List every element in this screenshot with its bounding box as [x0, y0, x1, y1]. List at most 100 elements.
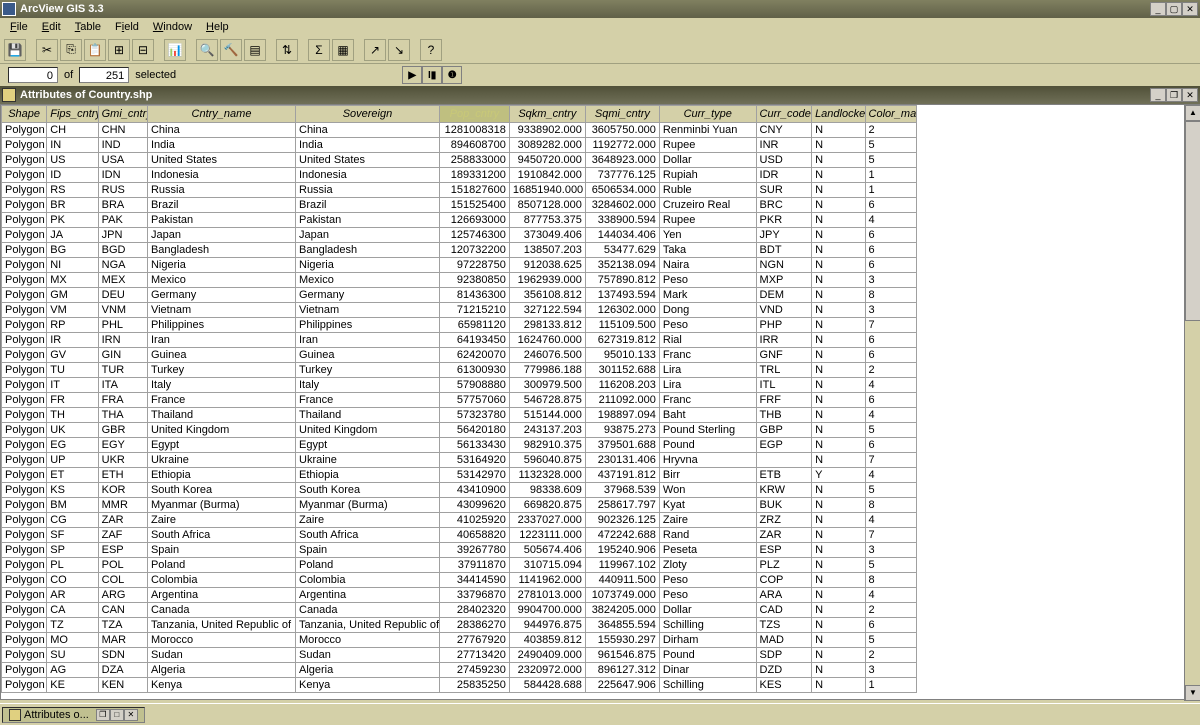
column-header-sov[interactable]: Sovereign — [296, 106, 440, 123]
table-row[interactable]: PolygonGMDEUGermanyGermany81436300356108… — [2, 288, 917, 303]
cell-shape: Polygon — [2, 438, 47, 453]
table-row[interactable]: PolygonCACANCanadaCanada284023209904700.… — [2, 603, 917, 618]
column-header-name[interactable]: Cntry_name — [147, 106, 295, 123]
table-row[interactable]: PolygonUSUSAUnited StatesUnited States25… — [2, 153, 917, 168]
table-row[interactable]: PolygonIDIDNIndonesiaIndonesia1893312001… — [2, 168, 917, 183]
table-row[interactable]: PolygonCHCHNChinaChina12810083189338902.… — [2, 123, 917, 138]
table-row[interactable]: PolygonRSRUSRussiaRussia1518276001685194… — [2, 183, 917, 198]
child-restore-button[interactable]: ❐ — [1166, 88, 1182, 102]
close-button[interactable]: ✕ — [1182, 2, 1198, 16]
calc-button[interactable]: ▦ — [332, 39, 354, 61]
chart-button[interactable]: 📊 — [164, 39, 186, 61]
child-close-button[interactable]: ✕ — [1182, 88, 1198, 102]
table-row[interactable]: PolygonCGZARZaireZaire410259202337027.00… — [2, 513, 917, 528]
cell-sqkm: 1132328.000 — [509, 468, 585, 483]
table-row[interactable]: PolygonRPPHLPhilippinesPhilippines659811… — [2, 318, 917, 333]
cell-sov: Thailand — [296, 408, 440, 423]
paste-button[interactable]: 📋 — [84, 39, 106, 61]
help-button[interactable]: ? — [420, 39, 442, 61]
selection-bar: 0 of 251 selected ▶ I▮ ❶ — [0, 64, 1200, 86]
table-row[interactable]: PolygonSPESPSpainSpain39267780505674.406… — [2, 543, 917, 558]
save-button[interactable]: 💾 — [4, 39, 26, 61]
task-close-button[interactable]: ✕ — [124, 709, 138, 721]
table-row[interactable]: PolygonITITAItalyItaly57908880300979.500… — [2, 378, 917, 393]
table-row[interactable]: PolygonJAJPNJapanJapan125746300373049.40… — [2, 228, 917, 243]
maximize-button[interactable]: ▢ — [1166, 2, 1182, 16]
sum-button[interactable]: Σ — [308, 39, 330, 61]
column-header-shape[interactable]: Shape — [2, 106, 47, 123]
cell-sqkm: 779986.188 — [509, 363, 585, 378]
minimize-button[interactable]: _ — [1150, 2, 1166, 16]
table-row[interactable]: PolygonPLPOLPolandPoland37911870310715.0… — [2, 558, 917, 573]
column-header-gmi[interactable]: Gmi_cntry — [98, 106, 147, 123]
promote-button[interactable]: ▤ — [244, 39, 266, 61]
table-row[interactable]: PolygonMXMEXMexicoMexico923808501962939.… — [2, 273, 917, 288]
table-row[interactable]: PolygonMOMARMoroccoMorocco27767920403859… — [2, 633, 917, 648]
cut-button[interactable]: ✂ — [36, 39, 58, 61]
child-minimize-button[interactable]: _ — [1150, 88, 1166, 102]
identify-tool[interactable]: I▮ — [422, 66, 442, 84]
cell-cmap: 4 — [865, 588, 916, 603]
table-row[interactable]: PolygonKSKORSouth KoreaSouth Korea434109… — [2, 483, 917, 498]
column-header-sqkm[interactable]: Sqkm_cntry — [509, 106, 585, 123]
vertical-scrollbar[interactable]: ▲ ▼ — [1184, 105, 1200, 701]
column-header-ccode[interactable]: Curr_code — [756, 106, 812, 123]
menu-field[interactable]: Field — [109, 20, 145, 34]
join-button[interactable]: ⊞ — [108, 39, 130, 61]
table-row[interactable]: PolygonCOCOLColombiaColombia344145901141… — [2, 573, 917, 588]
table-row[interactable]: PolygonUPUKRUkraineUkraine53164920596040… — [2, 453, 917, 468]
table-row[interactable]: PolygonSUSDNSudanSudan277134202490409.00… — [2, 648, 917, 663]
cell-pop: 151525400 — [439, 198, 509, 213]
table-row[interactable]: PolygonBRBRABrazilBrazil1515254008507128… — [2, 198, 917, 213]
info-tool[interactable]: ❶ — [442, 66, 462, 84]
copy-button[interactable]: ⎘ — [60, 39, 82, 61]
column-header-ctype[interactable]: Curr_type — [659, 106, 756, 123]
menu-help[interactable]: Help — [200, 20, 235, 34]
scroll-thumb[interactable] — [1185, 121, 1200, 321]
menu-table[interactable]: Table — [69, 20, 107, 34]
query-button[interactable]: 🔨 — [220, 39, 242, 61]
cell-gmi: POL — [98, 558, 147, 573]
table-row[interactable]: PolygonFRFRAFranceFrance57757060546728.8… — [2, 393, 917, 408]
cell-sqmi: 258617.797 — [585, 498, 659, 513]
table-row[interactable]: PolygonAGDZAAlgeriaAlgeria27459230232097… — [2, 663, 917, 678]
column-header-pop[interactable]: Pop_cntry — [439, 106, 509, 123]
cell-fips: GM — [47, 288, 98, 303]
task-maximize-button[interactable]: □ — [110, 709, 124, 721]
table-row[interactable]: PolygonBGBGDBangladeshBangladesh12073220… — [2, 243, 917, 258]
find-button[interactable]: 🔍 — [196, 39, 218, 61]
task-button-attributes[interactable]: Attributes o... ❐ □ ✕ — [2, 707, 145, 723]
sort-desc-button[interactable]: ↘ — [388, 39, 410, 61]
column-header-land[interactable]: Landlocked — [812, 106, 865, 123]
menu-file[interactable]: File — [4, 20, 34, 34]
table-row[interactable]: PolygonININDIndiaIndia8946087003089282.0… — [2, 138, 917, 153]
sort-asc-button[interactable]: ↗ — [364, 39, 386, 61]
table-row[interactable]: PolygonEGEGYEgyptEgypt56133430982910.375… — [2, 438, 917, 453]
link-button[interactable]: ⊟ — [132, 39, 154, 61]
switch-button[interactable]: ⇅ — [276, 39, 298, 61]
column-header-fips[interactable]: Fips_cntry — [47, 106, 98, 123]
table-row[interactable]: PolygonGVGINGuineaGuinea62420070246076.5… — [2, 348, 917, 363]
menu-window[interactable]: Window — [147, 20, 198, 34]
task-restore-button[interactable]: ❐ — [96, 709, 110, 721]
column-header-cmap[interactable]: Color_map — [865, 106, 916, 123]
table-row[interactable]: PolygonSFZAFSouth AfricaSouth Africa4065… — [2, 528, 917, 543]
table-row[interactable]: PolygonUKGBRUnited KingdomUnited Kingdom… — [2, 423, 917, 438]
table-row[interactable]: PolygonTZTZATanzania, United Republic of… — [2, 618, 917, 633]
table-row[interactable]: PolygonTUTURTurkeyTurkey61300930779986.1… — [2, 363, 917, 378]
table-row[interactable]: PolygonVMVNMVietnamVietnam71215210327122… — [2, 303, 917, 318]
table-row[interactable]: PolygonTHTHAThailandThailand573237805151… — [2, 408, 917, 423]
table-row[interactable]: PolygonKEKENKenyaKenya25835250584428.688… — [2, 678, 917, 693]
table-row[interactable]: PolygonETETHEthiopiaEthiopia531429701132… — [2, 468, 917, 483]
select-tool[interactable]: ▶ — [402, 66, 422, 84]
table-row[interactable]: PolygonNINGANigeriaNigeria97228750912038… — [2, 258, 917, 273]
scroll-down-button[interactable]: ▼ — [1185, 685, 1200, 701]
table-row[interactable]: PolygonIRIRNIranIran641934501624760.0006… — [2, 333, 917, 348]
column-header-sqmi[interactable]: Sqmi_cntry — [585, 106, 659, 123]
menu-edit[interactable]: Edit — [36, 20, 67, 34]
cell-sqkm: 546728.875 — [509, 393, 585, 408]
table-row[interactable]: PolygonARARGArgentinaArgentina3379687027… — [2, 588, 917, 603]
scroll-up-button[interactable]: ▲ — [1185, 105, 1200, 121]
table-row[interactable]: PolygonPKPAKPakistanPakistan126693000877… — [2, 213, 917, 228]
table-row[interactable]: PolygonBMMMRMyanmar (Burma)Myanmar (Burm… — [2, 498, 917, 513]
